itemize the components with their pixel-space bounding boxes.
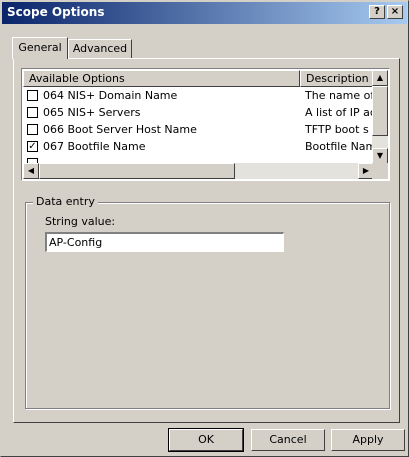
- option-description: Bootfile Nam: [305, 140, 374, 153]
- tab-general[interactable]: General: [12, 37, 68, 59]
- option-description: A list of IP ac: [305, 106, 374, 119]
- list-item[interactable]: ✓ 067 Bootfile Name Bootfile Nam: [23, 139, 374, 156]
- apply-button[interactable]: Apply: [331, 429, 405, 451]
- option-description: TFTP boot s: [305, 123, 369, 136]
- window-title: Scope Options: [7, 5, 105, 19]
- tab-advanced[interactable]: Advanced: [68, 39, 132, 58]
- list-item[interactable]: 066 Boot Server Host Name TFTP boot s: [23, 122, 374, 139]
- option-name: 066 Boot Server Host Name: [43, 123, 197, 136]
- cancel-button[interactable]: Cancel: [251, 429, 325, 451]
- options-listview[interactable]: Available Options Description 064 NIS+ D…: [21, 68, 390, 181]
- ok-button[interactable]: OK: [168, 428, 244, 452]
- column-header-description[interactable]: Description: [300, 70, 374, 87]
- list-item[interactable]: 065 NIS+ Servers A list of IP ac: [23, 105, 374, 122]
- scroll-down-icon[interactable]: ▼: [372, 148, 388, 164]
- scroll-left-icon[interactable]: ◀: [23, 163, 39, 179]
- listview-horizontal-scrollbar[interactable]: ◀ ▶: [23, 163, 374, 179]
- data-entry-group-label: Data entry: [33, 195, 98, 208]
- scroll-up-icon[interactable]: ▲: [372, 70, 388, 86]
- listview-vertical-scrollbar[interactable]: ▲ ▼: [372, 70, 388, 164]
- option-description: The name of: [305, 89, 374, 102]
- list-item[interactable]: 064 NIS+ Domain Name The name of: [23, 88, 374, 105]
- string-value-label: String value:: [45, 215, 116, 228]
- string-value-input[interactable]: [45, 232, 284, 252]
- option-checkbox-checked[interactable]: ✓: [27, 141, 38, 152]
- option-checkbox[interactable]: [27, 124, 38, 135]
- scope-options-dialog: Scope Options ? × General Advanced Avail…: [0, 0, 409, 457]
- vertical-scroll-thumb[interactable]: [372, 86, 388, 136]
- scrollbar-corner: [372, 163, 388, 179]
- option-name: 064 NIS+ Domain Name: [43, 89, 178, 102]
- title-bar: Scope Options ? ×: [2, 2, 407, 24]
- horizontal-scroll-thumb[interactable]: [39, 163, 235, 179]
- help-button[interactable]: ?: [369, 5, 385, 19]
- column-header-options[interactable]: Available Options: [23, 70, 300, 87]
- option-checkbox[interactable]: [27, 90, 38, 101]
- option-checkbox[interactable]: [27, 107, 38, 118]
- option-name: 067 Bootfile Name: [43, 140, 146, 153]
- option-name: 065 NIS+ Servers: [43, 106, 141, 119]
- close-button[interactable]: ×: [387, 5, 403, 19]
